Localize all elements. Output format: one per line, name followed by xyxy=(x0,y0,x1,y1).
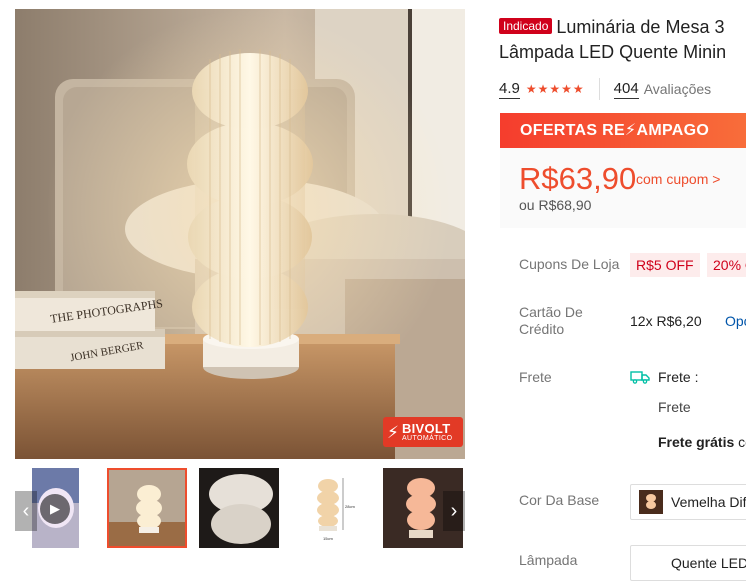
bivolt-title: BIVOLT xyxy=(401,420,451,436)
lamp-option[interactable]: Quente LED 2000 xyxy=(630,545,746,581)
bivolt-subtitle: AUTOMÁTICO xyxy=(401,434,453,442)
thumbnail-strip: ▶ 28cm 15cm xyxy=(15,468,465,551)
review-label: Avaliações xyxy=(643,81,712,97)
thumbnail-image xyxy=(109,470,185,546)
coupon-price-link[interactable]: com cupom > xyxy=(636,171,720,187)
divider xyxy=(598,78,600,100)
dimension-width-text: 15cm xyxy=(323,536,333,541)
base-color-label: Cor Da Base xyxy=(519,492,600,508)
dimension-height-text: 28cm xyxy=(345,504,355,509)
lamp-option-label: Lâmpada xyxy=(519,552,578,568)
play-icon[interactable]: ▶ xyxy=(40,494,70,524)
product-photo: THE PHOTOGRAPHS JOHN BERGER xyxy=(15,9,465,459)
thumbnail-video[interactable]: ▶ xyxy=(32,468,79,548)
voucher-chip[interactable]: 20% O xyxy=(707,253,746,277)
rating-row: 4.9 ★★★★★ 404 Avaliações xyxy=(499,78,711,100)
star-rating-icon: ★★★★★ xyxy=(525,82,585,96)
review-count[interactable]: 404 xyxy=(613,80,639,99)
chevron-left-icon: ‹ xyxy=(22,499,30,522)
variant-option-selected[interactable]: Vemelha Dif xyxy=(630,484,746,520)
credit-card-label: Cartão De Crédito xyxy=(519,304,583,337)
product-main-image[interactable]: THE PHOTOGRAPHS JOHN BERGER ⚡ BIVOLT AUT… xyxy=(15,9,465,459)
current-price: R$63,90 xyxy=(519,161,637,196)
installments-value: 12x R$6,20 xyxy=(630,313,702,329)
gallery-prev-button[interactable]: ‹ xyxy=(15,491,37,531)
thumbnail-image xyxy=(199,468,279,548)
thumbnail-image: 28cm 15cm xyxy=(291,468,371,548)
shipping-label: Frete xyxy=(519,369,552,385)
lightning-icon: ⚡ xyxy=(387,422,399,442)
thumbnail-selected[interactable] xyxy=(107,468,187,548)
gallery-next-button[interactable]: › xyxy=(443,491,465,531)
bivolt-badge: ⚡ BIVOLT AUTOMÁTICO xyxy=(383,417,463,447)
variant-label: Vemelha Dif xyxy=(671,494,746,510)
lamp-option-value: Quente LED 2000 xyxy=(671,555,746,571)
truck-icon xyxy=(630,371,650,384)
title-line-2: Lâmpada LED Quente Minin xyxy=(499,42,727,62)
free-shipping-suffix: co xyxy=(738,434,746,450)
voucher-chip[interactable]: R$5 OFF xyxy=(630,253,700,277)
free-shipping-label: Frete grátis xyxy=(658,434,735,450)
chevron-right-icon: › xyxy=(450,499,458,522)
variant-image xyxy=(639,490,663,514)
rating-value[interactable]: 4.9 xyxy=(499,80,520,99)
product-title: Indicado Luminária de Mesa 3 Lâmpada LED … xyxy=(499,15,746,65)
shipping-line-1: Frete : xyxy=(658,369,699,385)
shipping-line-2: Frete xyxy=(658,399,691,415)
recommended-badge: Indicado xyxy=(499,18,553,34)
thumbnail-dimensions[interactable]: 28cm 15cm xyxy=(291,468,371,548)
shop-vouchers-label: Cupons De Loja xyxy=(519,256,620,272)
title-line-1: Luminária de Mesa 3 xyxy=(556,17,725,37)
variant-thumbnail xyxy=(639,490,663,514)
thumbnail[interactable] xyxy=(199,468,279,548)
free-shipping-text: Frete grátis co xyxy=(658,434,746,450)
more-options-link[interactable]: Opç xyxy=(725,313,746,329)
price-box: R$63,90 com cupom > ou R$68,90 xyxy=(500,148,746,228)
alternate-price: ou R$68,90 xyxy=(519,197,592,213)
flash-sale-banner: OFERTAS RE⚡AMPAGO xyxy=(500,113,746,148)
